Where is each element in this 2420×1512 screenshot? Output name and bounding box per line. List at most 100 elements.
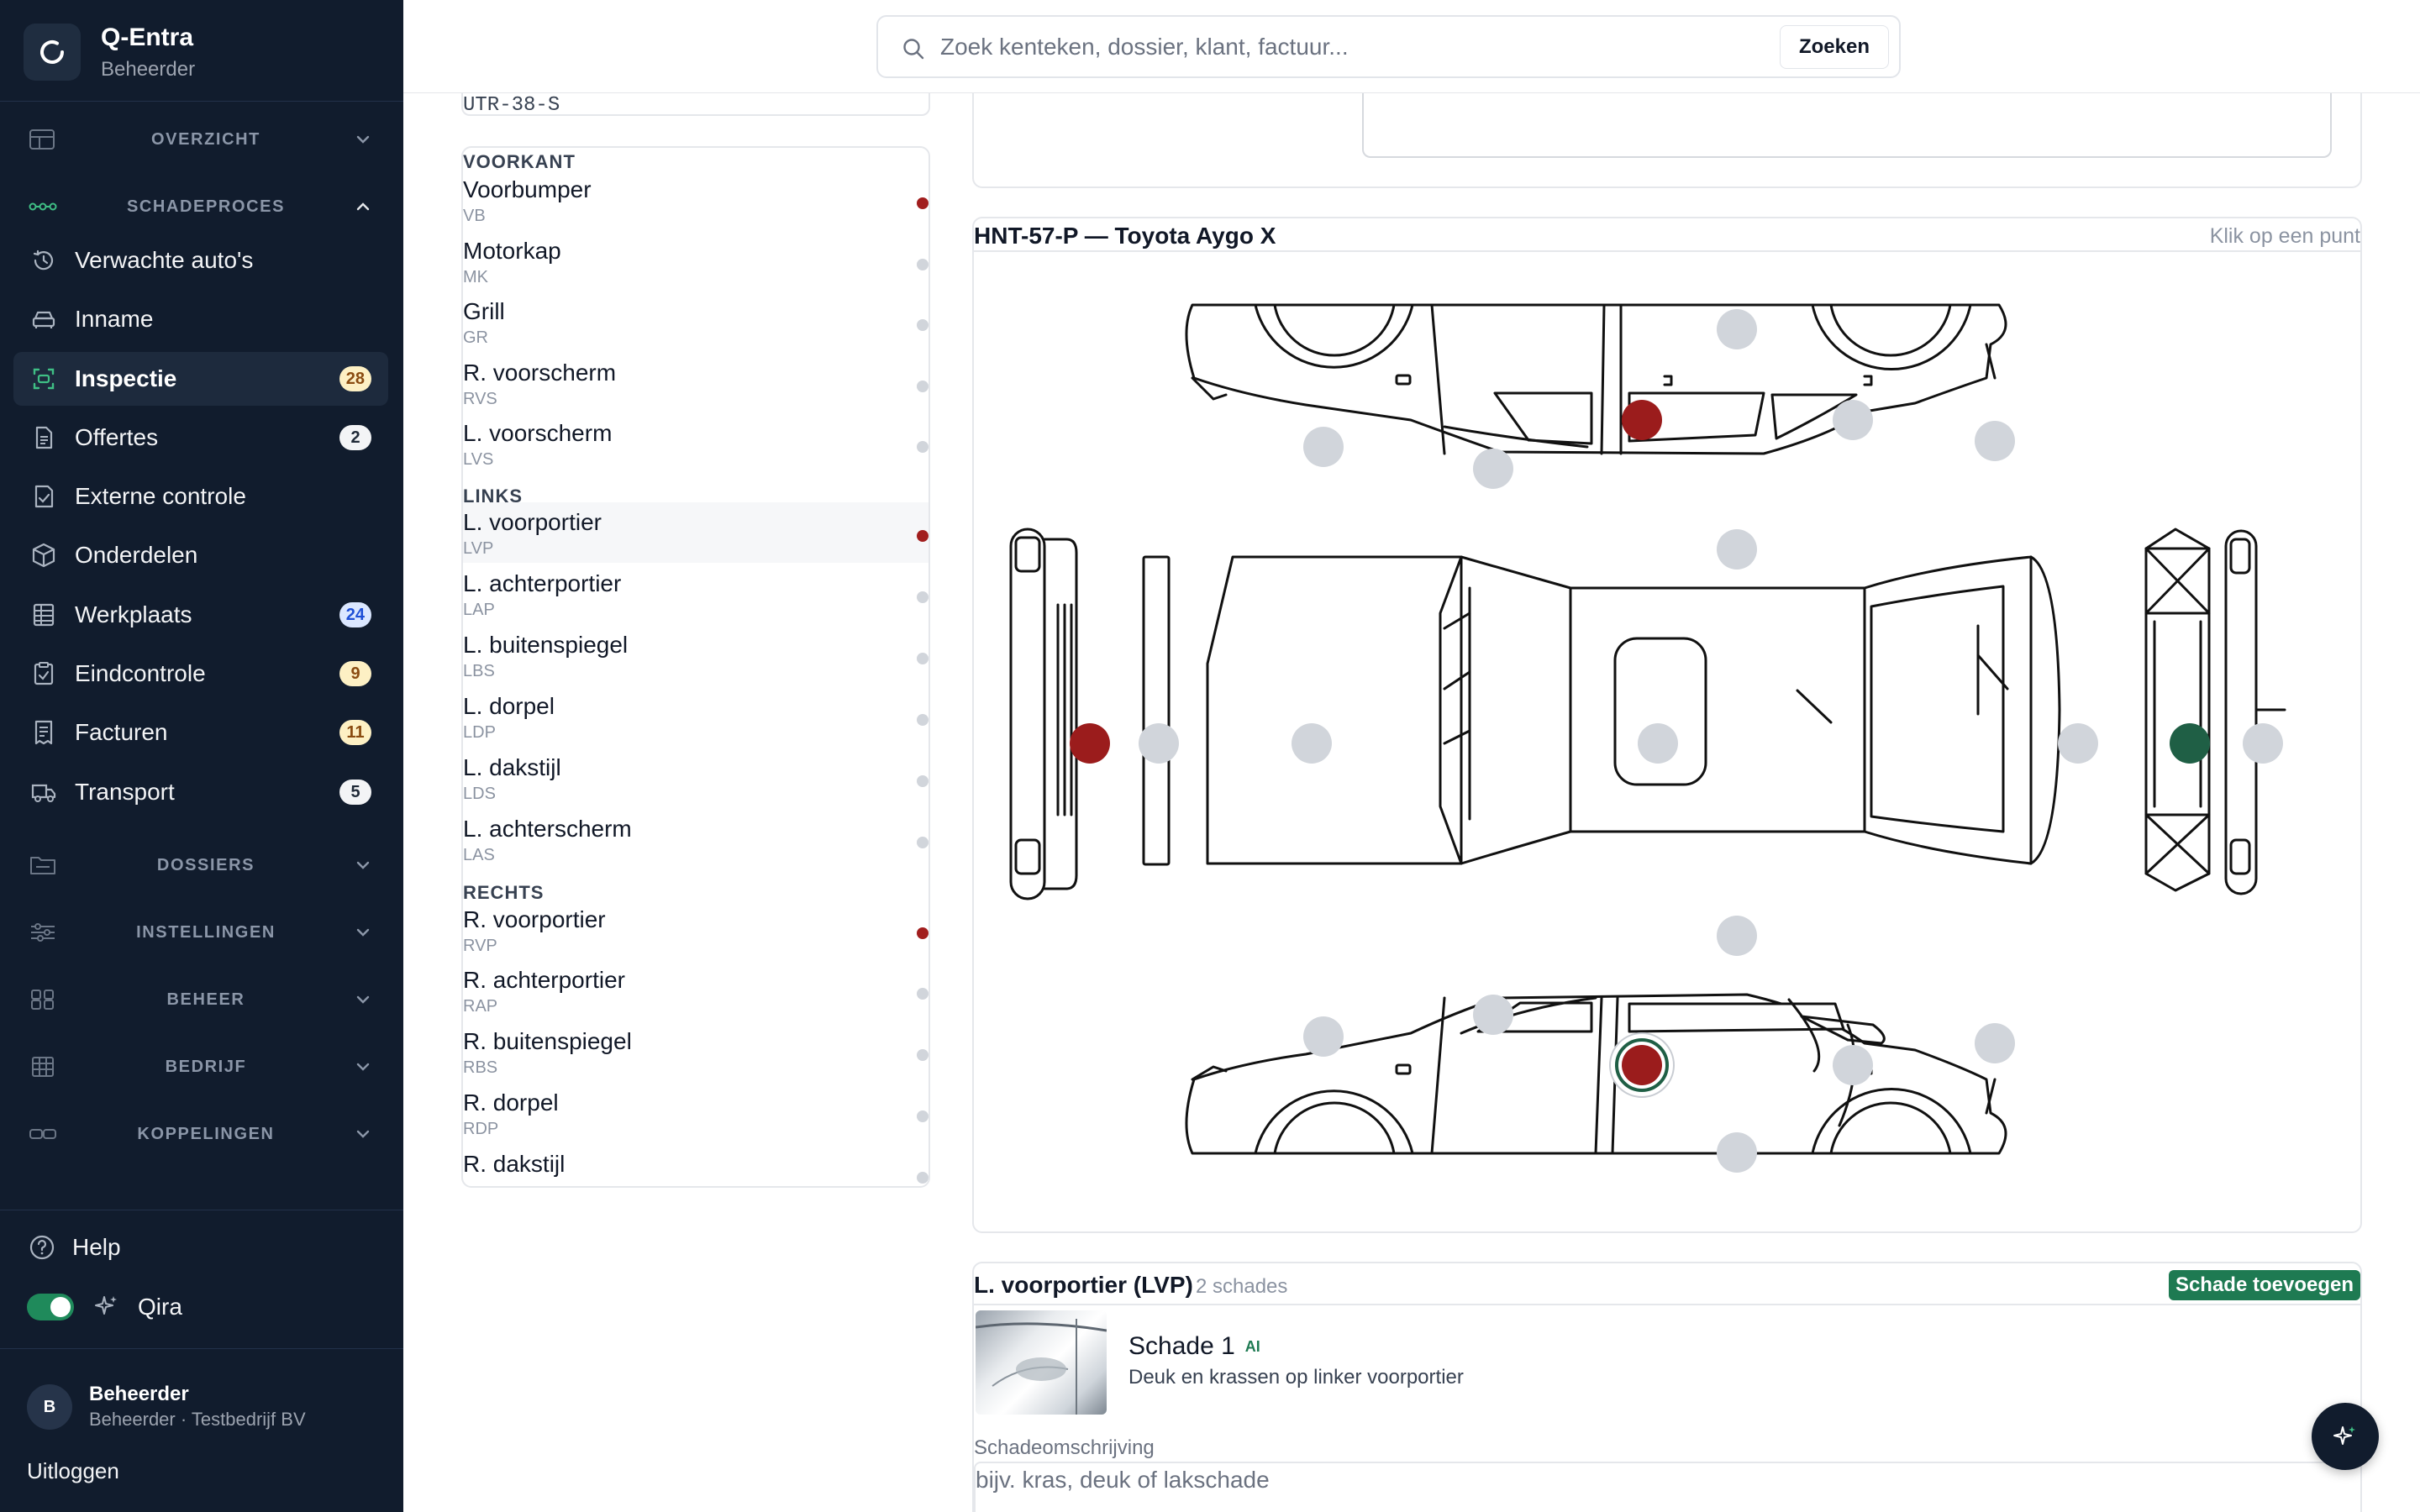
damage-point[interactable] bbox=[1717, 1132, 1757, 1173]
damage-point[interactable] bbox=[1303, 1016, 1344, 1057]
part-name: L. voorportier bbox=[463, 509, 602, 535]
damage-point[interactable] bbox=[1638, 723, 1678, 764]
list-item[interactable]: Motorkap MK bbox=[463, 231, 929, 291]
damage-point-damaged[interactable] bbox=[1070, 723, 1110, 764]
document-icon bbox=[35, 426, 53, 449]
search-icon bbox=[903, 39, 924, 60]
damage-point[interactable] bbox=[1717, 529, 1757, 570]
damage-point-repaired[interactable] bbox=[2170, 723, 2210, 764]
car-side-profile-top bbox=[1185, 303, 2007, 455]
list-item[interactable]: L. voorscherm LVS bbox=[463, 413, 929, 474]
qira-label: Qira bbox=[138, 1294, 182, 1320]
part-name: L. achterportier bbox=[463, 570, 622, 596]
damage-points bbox=[1139, 309, 2283, 1173]
section-overzicht[interactable]: OVERZICHT bbox=[0, 114, 403, 165]
damage-point[interactable] bbox=[1833, 400, 1873, 440]
list-item[interactable]: L. achterscherm LAS bbox=[463, 809, 929, 869]
damage-point-selected[interactable] bbox=[1622, 1045, 1662, 1085]
list-item[interactable]: L. voorportier LVP bbox=[463, 502, 929, 563]
help-link[interactable]: Help bbox=[29, 1231, 121, 1264]
list-item[interactable]: R. voorscherm RVS bbox=[463, 353, 929, 413]
sidebar-item-werkplaats[interactable]: Werkplaats 24 bbox=[13, 588, 388, 642]
list-item[interactable]: Voorbumper VB bbox=[463, 170, 929, 230]
damage-point[interactable] bbox=[1975, 1023, 2015, 1063]
sidebar-item-verwachte-autos[interactable]: Verwachte auto's bbox=[13, 234, 388, 287]
global-search: Zoeken bbox=[876, 15, 1901, 78]
sidebar-item-inname[interactable]: Inname bbox=[13, 292, 388, 346]
description-textarea[interactable] bbox=[976, 1467, 2320, 1500]
damage-point[interactable] bbox=[1303, 427, 1344, 467]
document-check-icon bbox=[34, 485, 54, 508]
sidebar-item-transport[interactable]: Transport 5 bbox=[13, 765, 388, 819]
section-label: SCHADEPROCES bbox=[126, 197, 286, 216]
notes-textarea[interactable] bbox=[1362, 84, 2332, 158]
app-logo-icon bbox=[24, 24, 81, 81]
sidebar-item-externe-controle[interactable]: Externe controle bbox=[13, 470, 388, 523]
chevron-down-icon bbox=[356, 928, 370, 937]
damage-status-dot bbox=[917, 319, 929, 331]
damage-point[interactable] bbox=[1717, 309, 1757, 349]
section-label: KOPPELINGEN bbox=[137, 1124, 275, 1143]
clock-history-icon bbox=[33, 249, 54, 270]
logout-link[interactable]: Uitloggen bbox=[27, 1458, 119, 1484]
section-bedrijf[interactable]: BEDRIJF bbox=[0, 1042, 403, 1092]
sidebar-item-label: Verwachte auto's bbox=[75, 247, 254, 273]
list-item[interactable]: R. dakstijl bbox=[463, 1144, 929, 1186]
list-item[interactable]: R. voorportier RVP bbox=[463, 900, 929, 960]
search-input[interactable] bbox=[940, 29, 1747, 66]
damage-item[interactable]: Schade 1 AI Deuk en krassen op linker vo… bbox=[974, 1305, 2360, 1415]
user-profile[interactable]: B Beheerder Beheerder · Testbedrijf BV bbox=[27, 1378, 306, 1436]
damage-status-dot bbox=[917, 259, 929, 270]
sidebar-item-onderdelen[interactable]: Onderdelen bbox=[13, 528, 388, 582]
chevron-down-icon bbox=[356, 135, 370, 144]
list-item[interactable]: R. buitenspiegel RBS bbox=[463, 1021, 929, 1082]
chevron-down-icon bbox=[356, 995, 370, 1004]
damage-point[interactable] bbox=[1473, 995, 1513, 1035]
sidebar-item-offertes[interactable]: Offertes 2 bbox=[13, 411, 388, 465]
section-instellingen[interactable]: INSTELLINGEN bbox=[0, 907, 403, 958]
section-schadeproces[interactable]: SCHADEPROCES bbox=[0, 181, 403, 232]
brand[interactable]: Q-Entra Beheerder bbox=[24, 18, 195, 86]
damage-point[interactable] bbox=[1473, 449, 1513, 489]
damage-status-dot bbox=[917, 197, 929, 209]
sidebar-item-eindcontrole[interactable]: Eindcontrole 9 bbox=[13, 647, 388, 701]
assistant-fab[interactable] bbox=[2312, 1403, 2379, 1470]
damage-point[interactable] bbox=[1975, 421, 2015, 461]
add-damage-button[interactable]: Schade toevoegen bbox=[2168, 1270, 2360, 1300]
sidebar-item-inspectie[interactable]: Inspectie 28 bbox=[13, 352, 388, 406]
list-item[interactable]: R. dorpel RDP bbox=[463, 1083, 929, 1143]
damage-detail-panel: L. voorportier (LVP) 2 schades Schade to… bbox=[972, 1262, 2362, 1512]
list-item[interactable]: L. dorpel LDP bbox=[463, 686, 929, 747]
part-name: Voorbumper bbox=[463, 176, 592, 202]
list-item[interactable]: R. achterportier RAP bbox=[463, 960, 929, 1021]
search-button[interactable]: Zoeken bbox=[1780, 25, 1889, 69]
app-role: Beheerder bbox=[101, 58, 196, 81]
user-subtitle: Beheerder · Testbedrijf BV bbox=[89, 1409, 306, 1430]
damage-photo-thumbnail[interactable] bbox=[976, 1310, 1107, 1415]
damage-status-dot bbox=[917, 530, 929, 542]
list-item[interactable]: L. buitenspiegel LBS bbox=[463, 625, 929, 685]
section-koppelingen[interactable]: KOPPELINGEN bbox=[0, 1109, 403, 1159]
part-code: RVP bbox=[463, 937, 497, 955]
list-item[interactable]: Grill GR bbox=[463, 291, 929, 352]
part-code: RVS bbox=[463, 390, 497, 408]
section-beheer[interactable]: BEHEER bbox=[0, 974, 403, 1025]
list-item[interactable]: L. dakstijl LDS bbox=[463, 748, 929, 808]
divider bbox=[0, 101, 403, 102]
qira-toggle[interactable] bbox=[27, 1294, 74, 1320]
part-code: LBS bbox=[463, 662, 495, 680]
sidebar-item-facturen[interactable]: Facturen 11 bbox=[13, 706, 388, 759]
damage-point[interactable] bbox=[1717, 916, 1757, 956]
damage-name-row: Schade 1 AI bbox=[1128, 1332, 1260, 1361]
damage-point-damaged[interactable] bbox=[1622, 400, 1662, 440]
truck-icon bbox=[31, 784, 56, 802]
damage-point[interactable] bbox=[1139, 723, 1179, 764]
damage-status-dot bbox=[917, 1110, 929, 1122]
list-item[interactable]: L. achterportier LAP bbox=[463, 564, 929, 624]
damage-point[interactable] bbox=[1292, 723, 1332, 764]
damage-point[interactable] bbox=[2243, 723, 2283, 764]
section-dossiers[interactable]: DOSSIERS bbox=[0, 840, 403, 890]
damage-point[interactable] bbox=[1833, 1045, 1873, 1085]
car-damage-diagram bbox=[1009, 303, 2286, 1173]
damage-point[interactable] bbox=[2058, 723, 2098, 764]
